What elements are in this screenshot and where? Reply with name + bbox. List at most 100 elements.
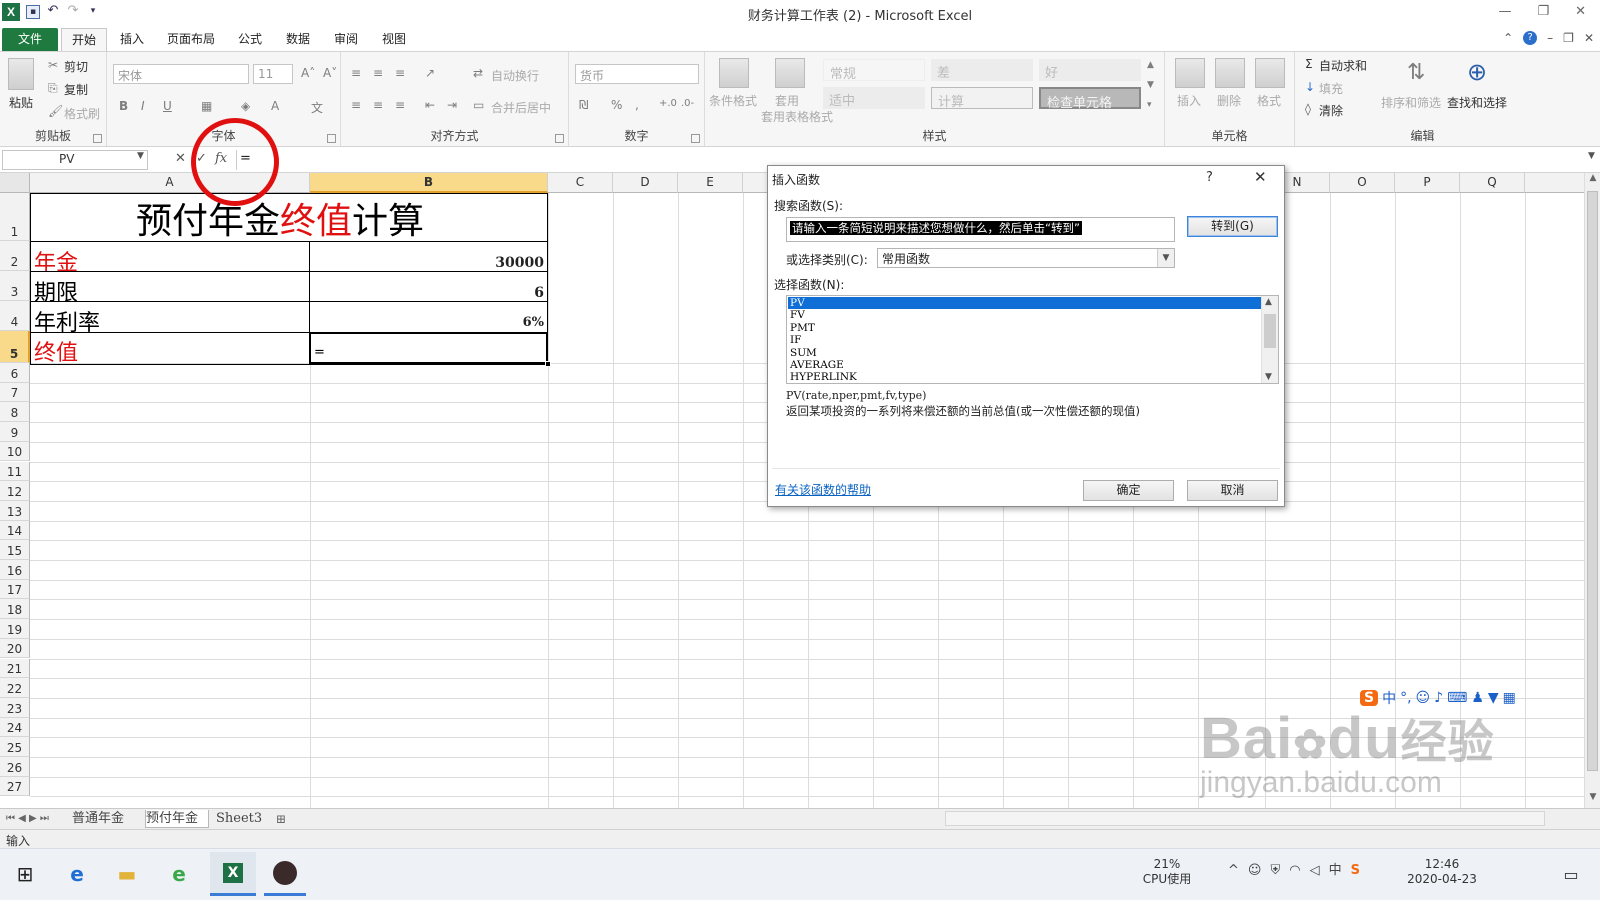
- category-select[interactable]: 常用函数 ▼: [877, 248, 1175, 268]
- sheet-tab-ordinary-annuity[interactable]: 普通年金: [72, 810, 140, 828]
- workbook-restore-icon[interactable]: ❐: [1563, 31, 1574, 45]
- function-item-average[interactable]: AVERAGE: [788, 359, 1261, 371]
- minimize-ribbon-icon[interactable]: ⌃: [1503, 31, 1513, 45]
- function-list[interactable]: PV FV PMT IF SUM AVERAGE HYPERLINK ▲ ▼: [786, 295, 1279, 384]
- insert-cells-icon[interactable]: [1175, 58, 1205, 88]
- percent-icon[interactable]: %: [611, 98, 622, 112]
- function-item-sum[interactable]: SUM: [788, 347, 1261, 359]
- format-cells-icon[interactable]: [1255, 58, 1285, 88]
- phonetic-icon[interactable]: 文: [311, 99, 323, 116]
- row-header-3[interactable]: 3: [0, 271, 30, 301]
- copy-button[interactable]: 复制: [64, 81, 88, 98]
- tray-sogou-icon[interactable]: S: [1351, 863, 1360, 878]
- workbook-minimize-icon[interactable]: –: [1547, 31, 1553, 45]
- category-dropdown-icon[interactable]: ▼: [1157, 249, 1174, 267]
- ok-button[interactable]: 确定: [1083, 480, 1174, 501]
- table-format-button[interactable]: 套用: [775, 92, 799, 109]
- col-header-o[interactable]: O: [1330, 173, 1395, 193]
- tab-insert[interactable]: 插入: [112, 28, 152, 51]
- select-all-corner[interactable]: [0, 173, 30, 193]
- dialog-help-icon[interactable]: ?: [1206, 170, 1213, 185]
- function-item-if[interactable]: IF: [788, 334, 1261, 346]
- tab-review[interactable]: 审阅: [326, 28, 366, 51]
- align-right-icon[interactable]: ≡: [395, 98, 405, 112]
- row-header-9[interactable]: 9: [0, 422, 30, 442]
- list-scroll-up-icon[interactable]: ▲: [1265, 297, 1272, 307]
- paste-button[interactable]: 粘贴: [9, 94, 33, 111]
- col-header-b[interactable]: B: [310, 173, 548, 193]
- function-item-pv[interactable]: PV: [788, 297, 1261, 310]
- name-box-dropdown-icon[interactable]: ▼: [137, 151, 144, 161]
- expand-formula-bar-icon[interactable]: ▼: [1588, 151, 1595, 161]
- font-expand-icon[interactable]: [327, 134, 336, 143]
- tray-expand-icon[interactable]: ^: [1228, 863, 1239, 878]
- alignment-expand-icon[interactable]: [555, 134, 564, 143]
- windows-start-icon[interactable]: ⊞: [8, 857, 42, 891]
- style-good[interactable]: 好: [1039, 59, 1141, 81]
- merge-center-button[interactable]: 合并后居中: [491, 99, 551, 116]
- fill-handle[interactable]: [545, 361, 551, 367]
- autosum-button[interactable]: 自动求和: [1319, 57, 1367, 74]
- workbook-close-icon[interactable]: ✕: [1584, 31, 1594, 45]
- decrease-indent-icon[interactable]: ⇤: [425, 98, 435, 112]
- cut-button[interactable]: 剪切: [64, 58, 88, 75]
- goto-button[interactable]: 转到(G): [1187, 216, 1278, 237]
- close-icon[interactable]: ✕: [1575, 4, 1586, 19]
- italic-icon[interactable]: I: [141, 99, 145, 113]
- media-app-icon[interactable]: [264, 852, 306, 896]
- style-neutral[interactable]: 适中: [823, 87, 925, 109]
- col-header-p[interactable]: P: [1395, 173, 1460, 193]
- decrease-decimal-icon[interactable]: .0-: [681, 98, 694, 109]
- sogou-logo-icon[interactable]: S: [1360, 690, 1379, 706]
- vertical-scrollbar[interactable]: ▲ ▼: [1584, 173, 1600, 808]
- tab-file[interactable]: 文件: [2, 28, 58, 51]
- help-icon[interactable]: ?: [1523, 31, 1538, 45]
- row-header-23[interactable]: 23: [0, 697, 30, 718]
- style-check-cell[interactable]: 检查单元格: [1039, 87, 1141, 111]
- binoculars-icon[interactable]: ⊕: [1467, 58, 1487, 86]
- align-bottom-icon[interactable]: ≡: [395, 66, 405, 80]
- ime-keyboard-icon[interactable]: ⌨: [1447, 690, 1467, 706]
- font-color-icon[interactable]: A: [271, 99, 279, 113]
- row-header-8[interactable]: 8: [0, 402, 30, 423]
- row-header-12[interactable]: 12: [0, 481, 30, 501]
- restore-icon[interactable]: ❐: [1537, 4, 1549, 19]
- insert-sheet-icon[interactable]: ⊞: [276, 810, 286, 828]
- row-header-10[interactable]: 10: [0, 441, 30, 462]
- styles-scroll-down-icon[interactable]: ▼: [1147, 80, 1154, 90]
- sheet-tab-sheet3[interactable]: Sheet3: [216, 810, 266, 828]
- row-header-15[interactable]: 15: [0, 540, 30, 560]
- notification-icon[interactable]: ▭: [1554, 857, 1588, 891]
- conditional-format-icon[interactable]: [719, 58, 749, 88]
- align-top-icon[interactable]: ≡: [351, 66, 361, 80]
- row-header-21[interactable]: 21: [0, 658, 30, 679]
- comma-icon[interactable]: ,: [635, 98, 639, 112]
- function-item-hyperlink[interactable]: HYPERLINK: [788, 371, 1261, 383]
- row-header-19[interactable]: 19: [0, 619, 30, 639]
- ime-voice-icon[interactable]: ♪: [1434, 690, 1443, 706]
- vertical-scroll-thumb[interactable]: [1587, 191, 1598, 771]
- clipboard-expand-icon[interactable]: [93, 134, 102, 143]
- row-header-14[interactable]: 14: [0, 520, 30, 541]
- row-header-11[interactable]: 11: [0, 461, 30, 482]
- col-header-d[interactable]: D: [613, 173, 678, 193]
- row-header-7[interactable]: 7: [0, 382, 30, 403]
- ime-user-icon[interactable]: ♟: [1471, 690, 1484, 706]
- styles-scroll-up-icon[interactable]: ▲: [1147, 60, 1154, 70]
- function-item-fv[interactable]: FV: [788, 309, 1261, 321]
- row-header-1[interactable]: 1: [0, 193, 30, 241]
- tray-volume-icon[interactable]: ◁: [1310, 863, 1320, 878]
- style-calculation[interactable]: 计算: [931, 87, 1033, 110]
- conditional-format-button[interactable]: 条件格式: [709, 92, 757, 109]
- grow-font-icon[interactable]: A˄: [301, 66, 315, 80]
- scroll-down-icon[interactable]: ▼: [1586, 792, 1600, 808]
- sort-filter-button[interactable]: 排序和筛选: [1381, 94, 1441, 111]
- accounting-format-icon[interactable]: ₪: [579, 98, 588, 112]
- tab-data[interactable]: 数据: [278, 28, 318, 51]
- align-center-icon[interactable]: ≡: [373, 98, 383, 112]
- name-box[interactable]: PV: [2, 150, 148, 170]
- insert-cells-button[interactable]: 插入: [1177, 92, 1201, 109]
- row-header-13[interactable]: 13: [0, 500, 30, 521]
- function-list-scrollbar[interactable]: ▲ ▼: [1261, 296, 1278, 383]
- cancel-button[interactable]: 取消: [1187, 480, 1278, 501]
